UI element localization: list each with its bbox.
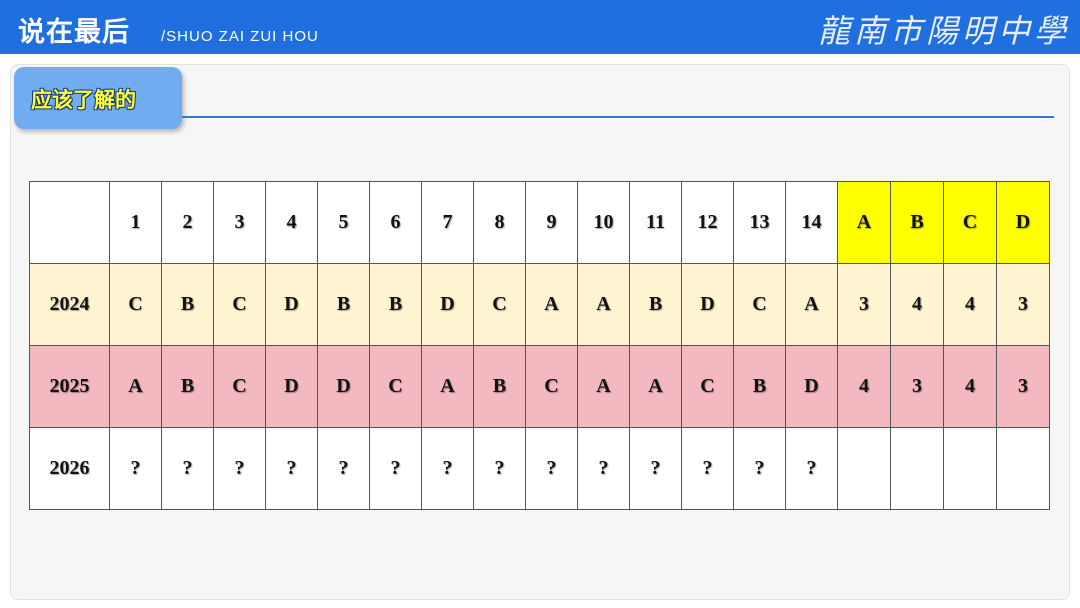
- count-cell: 3: [996, 345, 1050, 428]
- question-number-cell: 13: [733, 181, 786, 264]
- question-number-cell: 10: [577, 181, 630, 264]
- question-number-cell: 9: [525, 181, 578, 264]
- count-cell: 4: [943, 345, 997, 428]
- question-number-cell: 1: [109, 181, 162, 264]
- top-banner: 说在最后 /SHUO ZAI ZUI HOU 龍南市陽明中學: [0, 0, 1080, 54]
- answer-cell: D: [421, 263, 474, 346]
- answer-cell: B: [629, 263, 682, 346]
- answer-cell: ?: [681, 427, 734, 510]
- answer-cell: D: [681, 263, 734, 346]
- count-cell: [890, 427, 944, 510]
- answer-cell: C: [213, 263, 266, 346]
- answer-cell: C: [213, 345, 266, 428]
- table-row: 2024 C B C D B B D C A A B D C A 3 4 4 3: [29, 263, 1050, 346]
- option-header-cell: D: [996, 181, 1050, 264]
- question-number-cell: 11: [629, 181, 682, 264]
- table-header-row: 1 2 3 4 5 6 7 8 9 10 11 12 13 14 A B C D: [29, 181, 1050, 264]
- answer-cell: C: [525, 345, 578, 428]
- answer-cell: ?: [265, 427, 318, 510]
- answer-cell: D: [785, 345, 838, 428]
- answer-cell: D: [265, 263, 318, 346]
- answer-cell: ?: [317, 427, 370, 510]
- count-cell: [837, 427, 891, 510]
- count-cell: 3: [890, 345, 944, 428]
- answer-cell: B: [161, 263, 214, 346]
- question-number-cell: 4: [265, 181, 318, 264]
- answer-cell: ?: [473, 427, 526, 510]
- section-divider: [182, 116, 1054, 118]
- count-cell: 3: [837, 263, 891, 346]
- answer-cell: ?: [421, 427, 474, 510]
- year-cell: 2026: [29, 427, 110, 510]
- year-cell: 2025: [29, 345, 110, 428]
- answer-table: 1 2 3 4 5 6 7 8 9 10 11 12 13 14 A B C D…: [29, 181, 1050, 510]
- answer-cell: ?: [785, 427, 838, 510]
- option-header-cell: A: [837, 181, 891, 264]
- question-number-cell: 3: [213, 181, 266, 264]
- option-header-cell: C: [943, 181, 997, 264]
- year-cell: 2024: [29, 263, 110, 346]
- answer-cell: ?: [733, 427, 786, 510]
- answer-cell: B: [317, 263, 370, 346]
- count-cell: 4: [837, 345, 891, 428]
- answer-cell: D: [265, 345, 318, 428]
- answer-cell: B: [369, 263, 422, 346]
- answer-cell: ?: [161, 427, 214, 510]
- question-number-cell: 12: [681, 181, 734, 264]
- answer-cell: A: [525, 263, 578, 346]
- count-cell: 3: [996, 263, 1050, 346]
- page-subtitle: /SHUO ZAI ZUI HOU: [161, 28, 319, 45]
- question-number-cell: 7: [421, 181, 474, 264]
- answer-cell: C: [109, 263, 162, 346]
- answer-cell: ?: [629, 427, 682, 510]
- corner-cell: [29, 181, 110, 264]
- table-row: 2026 ? ? ? ? ? ? ? ? ? ? ? ? ? ?: [29, 427, 1050, 510]
- question-number-cell: 6: [369, 181, 422, 264]
- page-title: 说在最后: [18, 17, 130, 48]
- option-header-cell: B: [890, 181, 944, 264]
- question-number-cell: 14: [785, 181, 838, 264]
- answer-cell: ?: [577, 427, 630, 510]
- section-label: 应该了解的: [31, 88, 136, 112]
- answer-cell: A: [109, 345, 162, 428]
- answer-cell: C: [473, 263, 526, 346]
- answer-cell: C: [369, 345, 422, 428]
- answer-cell: A: [577, 345, 630, 428]
- answer-cell: D: [317, 345, 370, 428]
- count-cell: 4: [890, 263, 944, 346]
- answer-cell: ?: [109, 427, 162, 510]
- count-cell: [996, 427, 1050, 510]
- answer-cell: A: [785, 263, 838, 346]
- answer-cell: B: [733, 345, 786, 428]
- question-number-cell: 8: [473, 181, 526, 264]
- question-number-cell: 2: [161, 181, 214, 264]
- answer-cell: B: [161, 345, 214, 428]
- answer-cell: B: [473, 345, 526, 428]
- answer-cell: C: [681, 345, 734, 428]
- school-logo-text: 龍南市陽明中學: [817, 12, 1070, 50]
- answer-cell: ?: [213, 427, 266, 510]
- table-row: 2025 A B C D D C A B C A A C B D 4 3 4 3: [29, 345, 1050, 428]
- count-cell: 4: [943, 263, 997, 346]
- count-cell: [943, 427, 997, 510]
- answer-cell: A: [629, 345, 682, 428]
- answer-cell: A: [421, 345, 474, 428]
- answer-cell: A: [577, 263, 630, 346]
- answer-cell: ?: [525, 427, 578, 510]
- question-number-cell: 5: [317, 181, 370, 264]
- answer-cell: C: [733, 263, 786, 346]
- answer-cell: ?: [369, 427, 422, 510]
